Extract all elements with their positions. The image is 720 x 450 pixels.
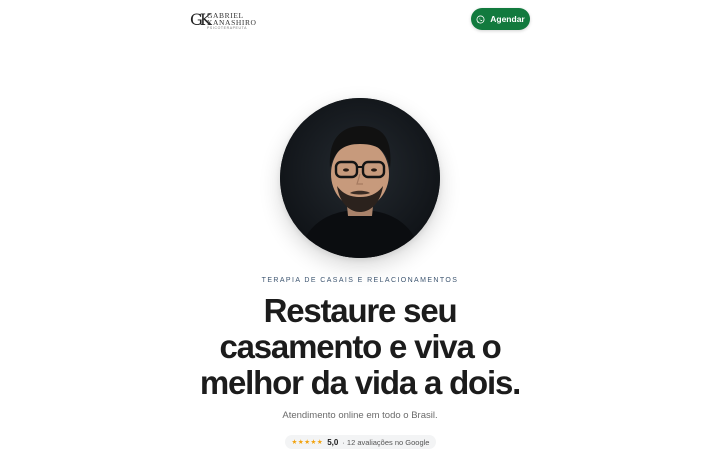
therapist-photo — [280, 98, 440, 258]
rating-score: 5,0 — [327, 437, 339, 447]
hero-subline: Atendimento online em todo o Brasil. — [282, 410, 438, 421]
star-rating-icon: ★★★★★ — [291, 439, 324, 446]
hero-headline-line-3: melhor da vida a dois. — [199, 364, 521, 401]
hero-headline-line-2: casamento e viva o — [219, 328, 501, 365]
site-header: GK GABRIEL KANASHIRO PSICOTERAPEUTA Agen… — [0, 0, 720, 40]
schedule-button-label: Agendar — [490, 14, 525, 24]
schedule-button[interactable]: Agendar — [471, 8, 530, 30]
hero-eyebrow: TERAPIA DE CASAIS E RELACIONAMENTOS — [261, 277, 459, 284]
google-rating-badge[interactable]: ★★★★★ 5,0 · 12 avaliações no Google — [285, 435, 436, 449]
whatsapp-icon — [476, 15, 485, 24]
logo-name: GABRIEL KANASHIRO — [207, 12, 257, 27]
brand-logo[interactable]: GK GABRIEL KANASHIRO PSICOTERAPEUTA — [190, 9, 260, 31]
rating-text: · 12 avaliações no Google — [342, 437, 430, 447]
logo-tagline: PSICOTERAPEUTA — [207, 26, 248, 30]
hero-headline: Restaure seu casamento e viva o melhor d… — [0, 293, 720, 401]
logo-name-line2: KANASHIRO — [207, 18, 257, 27]
hero-headline-line-1: Restaure seu — [263, 292, 458, 329]
logo-monogram: GK — [190, 10, 212, 29]
